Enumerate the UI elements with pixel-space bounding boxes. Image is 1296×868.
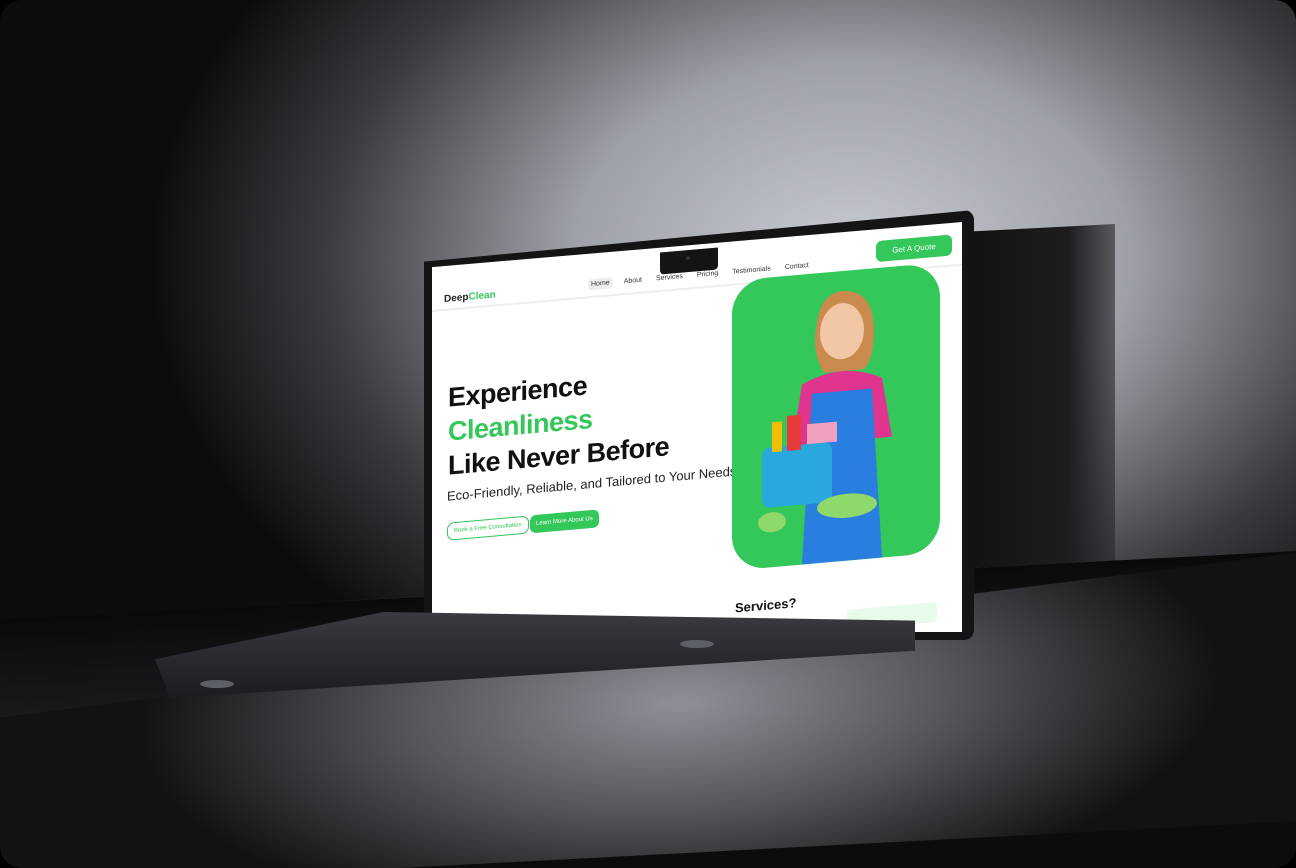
nav-about[interactable]: About: [621, 274, 645, 287]
logo[interactable]: DeepClean: [444, 289, 496, 305]
learn-more-button[interactable]: Learn More About Us: [530, 509, 599, 534]
nav-contact[interactable]: Contact: [782, 260, 812, 274]
cleaner-illustration: [758, 291, 892, 565]
laptop-screen: DeepClean Home About Services Pricing Te…: [432, 222, 962, 632]
hero-image: [732, 262, 940, 571]
nav-home[interactable]: Home: [588, 277, 613, 291]
book-consultation-button[interactable]: Book a Free Consultation: [447, 515, 529, 541]
hero-heading: Experience Cleanliness Like Never Before: [448, 370, 670, 481]
services-heading: Services?: [735, 595, 797, 616]
laptop-foot: [200, 680, 234, 688]
laptop-foot: [680, 640, 714, 648]
camera-icon: [686, 255, 690, 261]
mockup-background: DeepClean Home About Services Pricing Te…: [0, 0, 1296, 868]
nav-testimonials[interactable]: Testimonials: [729, 263, 774, 278]
